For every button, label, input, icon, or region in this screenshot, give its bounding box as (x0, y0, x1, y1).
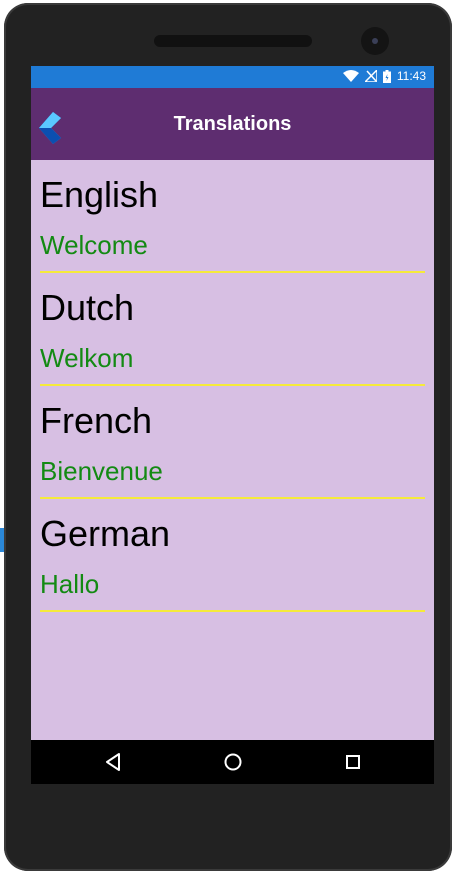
status-bar: 11:43 (31, 66, 434, 88)
list-item[interactable]: German Hallo (40, 499, 425, 612)
back-icon[interactable] (101, 750, 125, 774)
translation-list: English Welcome Dutch Welkom French Bien… (31, 160, 434, 740)
wifi-icon (342, 70, 359, 82)
language-name: French (40, 400, 153, 441)
list-item[interactable]: English Welcome (40, 160, 425, 273)
list-item[interactable]: Dutch Welkom (40, 273, 425, 386)
language-name: English (40, 174, 159, 215)
front-camera (361, 27, 389, 55)
list-item[interactable]: French Bienvenue (40, 386, 425, 499)
signal-icon (364, 70, 377, 82)
system-nav-bar (31, 740, 434, 784)
language-name: German (40, 513, 171, 554)
speaker-grille (154, 35, 312, 47)
list-separator (40, 610, 425, 612)
app-bar: Translations (31, 88, 434, 160)
translation-text: Hallo (40, 569, 100, 599)
recents-icon[interactable] (341, 750, 365, 774)
page-title: Translations (173, 112, 292, 135)
translation-text: Welcome (40, 230, 148, 260)
status-clock: 11:43 (396, 69, 426, 83)
language-name: Dutch (40, 287, 135, 328)
battery-icon (382, 69, 391, 83)
phone-screen: 11:43 Translations English Welcome Dutch… (31, 66, 434, 784)
home-icon[interactable] (221, 750, 245, 774)
phone-frame: 11:43 Translations English Welcome Dutch… (4, 3, 452, 871)
translation-text: Bienvenue (40, 456, 163, 486)
translation-text: Welkom (40, 343, 134, 373)
